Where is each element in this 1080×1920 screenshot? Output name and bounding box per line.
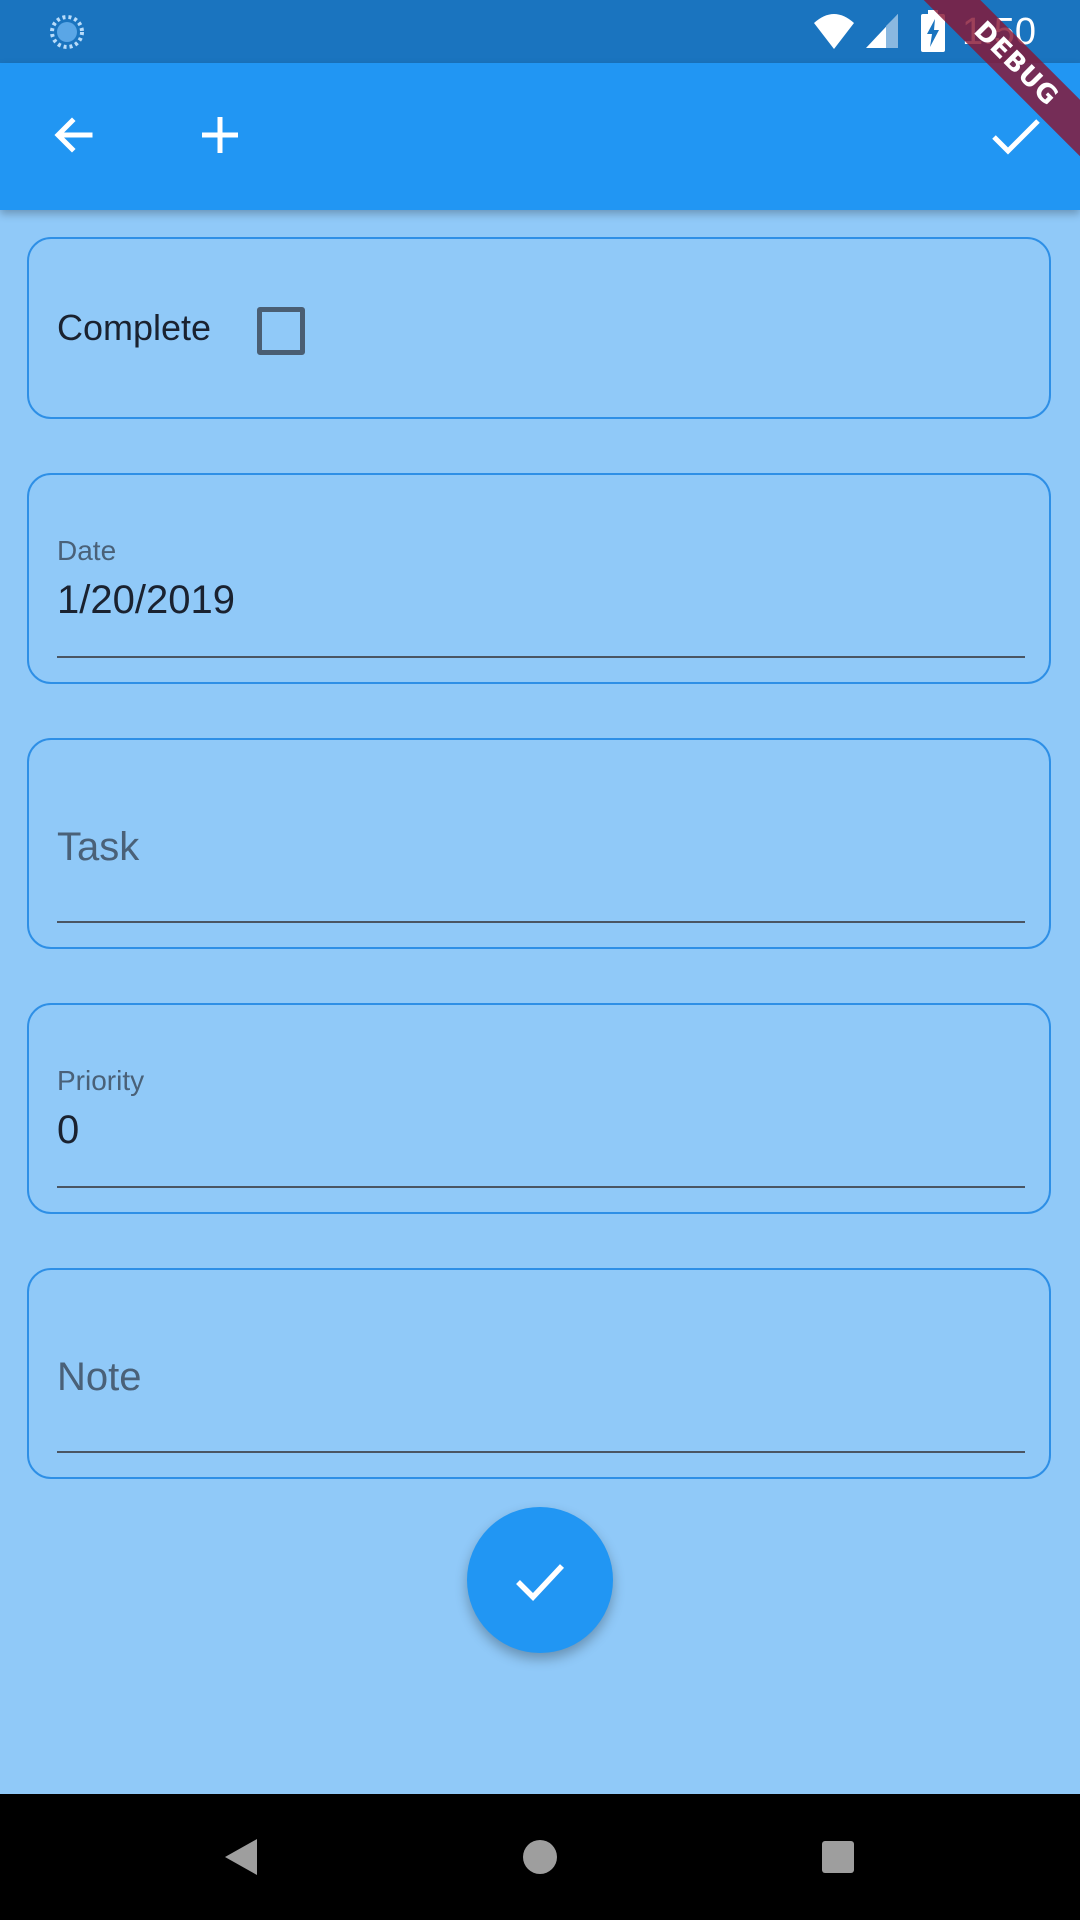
status-bar: 1:50 — [0, 0, 1080, 63]
loading-spinner-icon — [50, 15, 84, 49]
cell-signal-icon — [866, 14, 898, 48]
add-button[interactable] — [172, 87, 268, 183]
arrow-back-icon — [54, 117, 93, 153]
task-card: Task — [27, 738, 1051, 949]
date-card: Date 1/20/2019 — [27, 473, 1051, 684]
save-fab[interactable] — [467, 1507, 613, 1653]
wifi-icon — [814, 14, 854, 49]
priority-label: Priority — [57, 1065, 145, 1096]
complete-card: Complete — [27, 237, 1051, 419]
priority-field[interactable]: 0 — [57, 1107, 79, 1153]
priority-underline — [57, 1186, 1025, 1188]
add-icon — [202, 117, 238, 153]
nav-home-icon — [523, 1840, 557, 1874]
nav-home-button[interactable] — [505, 1822, 575, 1892]
task-input[interactable]: Task — [57, 824, 139, 870]
note-card: Note — [27, 1268, 1051, 1479]
check-icon — [992, 119, 1040, 155]
check-icon — [516, 1564, 565, 1601]
date-underline — [57, 656, 1025, 658]
app-bar — [0, 63, 1080, 210]
complete-label: Complete — [57, 307, 212, 348]
nav-recents-button[interactable] — [803, 1822, 873, 1892]
nav-back-icon — [225, 1839, 257, 1875]
task-underline — [57, 921, 1025, 923]
system-nav-bar — [0, 1794, 1080, 1920]
date-label: Date — [57, 535, 117, 566]
back-button[interactable] — [26, 87, 122, 183]
battery-charging-icon — [921, 10, 945, 52]
complete-checkbox[interactable] — [257, 307, 305, 355]
date-field[interactable]: 1/20/2019 — [57, 577, 235, 623]
status-time: 1:50 — [962, 11, 1036, 53]
nav-recents-icon — [822, 1841, 854, 1873]
priority-card: Priority 0 — [27, 1003, 1051, 1214]
note-input[interactable]: Note — [57, 1354, 142, 1400]
note-underline — [57, 1451, 1025, 1453]
done-button[interactable] — [968, 87, 1064, 183]
nav-back-button[interactable] — [206, 1822, 276, 1892]
